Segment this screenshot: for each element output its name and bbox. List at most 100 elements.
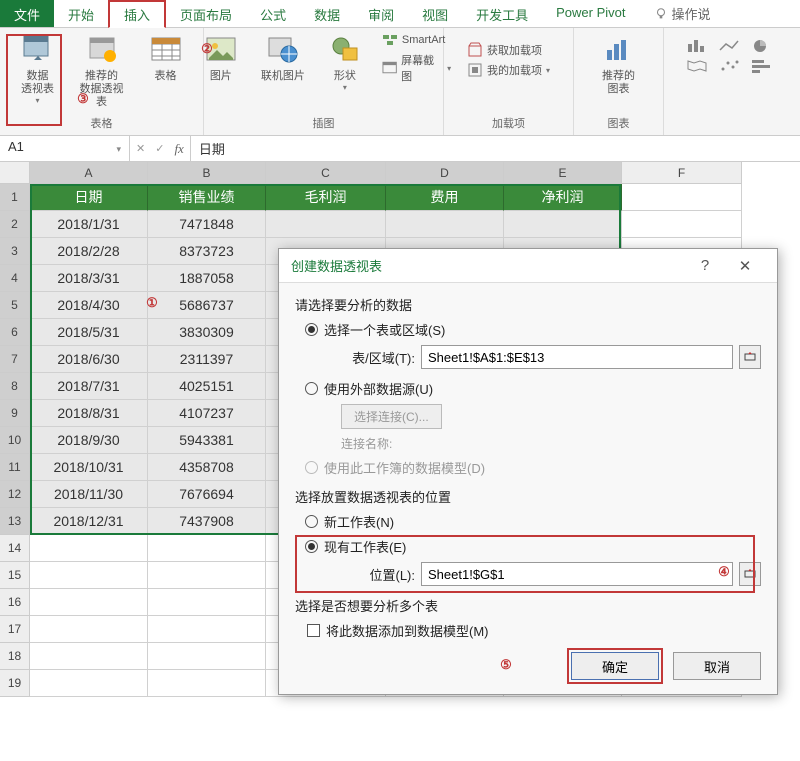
radio-new-sheet[interactable]: 新工作表(N) bbox=[305, 512, 761, 531]
cell[interactable]: 1887058 bbox=[148, 265, 266, 292]
cell[interactable] bbox=[30, 562, 148, 589]
tab-insert[interactable]: 插入 bbox=[108, 0, 166, 28]
cell[interactable]: 2018/12/31 bbox=[30, 508, 148, 535]
cell[interactable]: 5943381 bbox=[148, 427, 266, 454]
column-header[interactable]: F bbox=[622, 162, 742, 184]
cancel-formula-icon[interactable]: ✕ bbox=[136, 142, 145, 155]
radio-existing-sheet[interactable]: 现有工作表(E) bbox=[305, 537, 761, 556]
column-header[interactable]: C bbox=[266, 162, 386, 184]
cell[interactable] bbox=[30, 535, 148, 562]
cell[interactable]: 2018/3/31 bbox=[30, 265, 148, 292]
cell[interactable] bbox=[30, 616, 148, 643]
cancel-button[interactable]: 取消 bbox=[673, 652, 761, 680]
table-header-cell[interactable]: 费用 bbox=[386, 184, 504, 211]
my-addins-button[interactable]: 我的加载项 ▾ bbox=[467, 62, 550, 78]
cell[interactable] bbox=[148, 535, 266, 562]
table-header-cell[interactable]: 净利润 bbox=[504, 184, 622, 211]
cell[interactable]: 2018/1/31 bbox=[30, 211, 148, 238]
line-chart-icon[interactable] bbox=[718, 38, 744, 54]
table-header-cell[interactable]: 日期 bbox=[30, 184, 148, 211]
row-header[interactable]: 9 bbox=[0, 400, 30, 427]
cell[interactable] bbox=[30, 643, 148, 670]
cell[interactable]: 2018/7/31 bbox=[30, 373, 148, 400]
cell[interactable] bbox=[30, 670, 148, 697]
row-header[interactable]: 1 bbox=[0, 184, 30, 211]
get-addins-button[interactable]: 获取加载项 bbox=[467, 42, 550, 58]
column-header[interactable]: D bbox=[386, 162, 504, 184]
cell[interactable] bbox=[622, 211, 742, 238]
cell[interactable]: 3830309 bbox=[148, 319, 266, 346]
pie-chart-icon[interactable] bbox=[750, 38, 776, 54]
pivot-table-button[interactable]: 数据透视表 ▾ bbox=[12, 32, 64, 109]
cell[interactable] bbox=[148, 562, 266, 589]
checkbox-add-data-model[interactable]: 将此数据添加到数据模型(M) bbox=[307, 621, 761, 640]
row-header[interactable]: 6 bbox=[0, 319, 30, 346]
formula-input[interactable]: 日期 bbox=[191, 136, 800, 161]
smartart-button[interactable]: SmartArt bbox=[382, 32, 451, 48]
cell[interactable] bbox=[148, 670, 266, 697]
scatter-chart-icon[interactable] bbox=[718, 58, 744, 74]
tab-review[interactable]: 审阅 bbox=[354, 0, 408, 27]
column-header[interactable]: A bbox=[30, 162, 148, 184]
row-header[interactable]: 11 bbox=[0, 454, 30, 481]
column-header[interactable]: B bbox=[148, 162, 266, 184]
table-header-cell[interactable]: 毛利润 bbox=[266, 184, 386, 211]
shapes-button[interactable]: 形状 ▾ bbox=[320, 32, 370, 92]
cell[interactable]: 2018/9/30 bbox=[30, 427, 148, 454]
row-header[interactable]: 8 bbox=[0, 373, 30, 400]
cell[interactable]: 7437908 bbox=[148, 508, 266, 535]
row-header[interactable]: 5 bbox=[0, 292, 30, 319]
location-ref-button[interactable] bbox=[739, 562, 761, 586]
cell[interactable]: 2018/10/31 bbox=[30, 454, 148, 481]
range-ref-button[interactable] bbox=[739, 345, 761, 369]
screenshot-button[interactable]: 屏幕截图 ▾ bbox=[382, 52, 451, 84]
accept-formula-icon[interactable]: ✓ bbox=[155, 142, 164, 155]
row-header[interactable]: 2 bbox=[0, 211, 30, 238]
row-header[interactable]: 16 bbox=[0, 589, 30, 616]
cell[interactable]: 5686737 bbox=[148, 292, 266, 319]
tab-formulas[interactable]: 公式 bbox=[246, 0, 300, 27]
cell[interactable]: 4107237 bbox=[148, 400, 266, 427]
row-header[interactable]: 10 bbox=[0, 427, 30, 454]
online-picture-button[interactable]: 联机图片 bbox=[258, 32, 308, 92]
row-header[interactable]: 19 bbox=[0, 670, 30, 697]
location-input[interactable] bbox=[421, 562, 733, 586]
row-header[interactable]: 13 bbox=[0, 508, 30, 535]
cell[interactable]: 4358708 bbox=[148, 454, 266, 481]
tab-file[interactable]: 文件 bbox=[0, 0, 54, 27]
cell[interactable]: 7676694 bbox=[148, 481, 266, 508]
cell[interactable]: 7471848 bbox=[148, 211, 266, 238]
cell[interactable] bbox=[30, 589, 148, 616]
row-header[interactable]: 7 bbox=[0, 346, 30, 373]
column-header[interactable]: E bbox=[504, 162, 622, 184]
table-header-cell[interactable]: 销售业绩 bbox=[148, 184, 266, 211]
cell[interactable] bbox=[266, 211, 386, 238]
cell[interactable] bbox=[148, 589, 266, 616]
cell[interactable] bbox=[622, 184, 742, 211]
row-header[interactable]: 15 bbox=[0, 562, 30, 589]
tab-power-pivot[interactable]: Power Pivot bbox=[542, 0, 639, 27]
cell[interactable] bbox=[148, 643, 266, 670]
cell[interactable] bbox=[148, 616, 266, 643]
cell[interactable]: 2311397 bbox=[148, 346, 266, 373]
tab-home[interactable]: 开始 bbox=[54, 0, 108, 27]
cell[interactable]: 2018/8/31 bbox=[30, 400, 148, 427]
column-chart-icon[interactable] bbox=[686, 38, 712, 54]
cell[interactable]: 2018/6/30 bbox=[30, 346, 148, 373]
select-all-corner[interactable] bbox=[0, 162, 30, 184]
name-box[interactable]: A1▾ bbox=[0, 136, 130, 161]
range-input[interactable] bbox=[421, 345, 733, 369]
tab-page-layout[interactable]: 页面布局 bbox=[166, 0, 246, 27]
cell[interactable]: 2018/4/30 bbox=[30, 292, 148, 319]
tab-developer[interactable]: 开发工具 bbox=[462, 0, 542, 27]
cell[interactable]: 2018/11/30 bbox=[30, 481, 148, 508]
radio-select-range[interactable]: 选择一个表或区域(S) bbox=[305, 320, 761, 339]
tell-me[interactable]: 操作说 bbox=[640, 0, 725, 27]
cell[interactable]: 4025151 bbox=[148, 373, 266, 400]
radio-external-source[interactable]: 使用外部数据源(U) bbox=[305, 379, 761, 398]
tab-view[interactable]: 视图 bbox=[408, 0, 462, 27]
fx-icon[interactable]: fx bbox=[174, 141, 183, 157]
close-button[interactable]: ✕ bbox=[725, 257, 765, 275]
map-chart-icon[interactable] bbox=[686, 58, 712, 74]
chevron-down-icon[interactable]: ▾ bbox=[116, 144, 121, 155]
